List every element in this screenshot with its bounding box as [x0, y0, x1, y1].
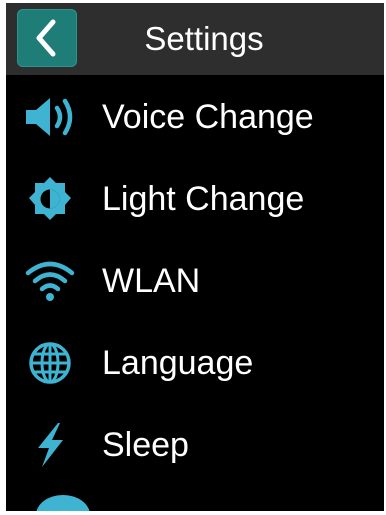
- speaker-volume-icon: [26, 98, 73, 136]
- menu-item-label: Voice Change: [102, 98, 314, 136]
- globe-icon: [29, 342, 71, 384]
- menu-item-language[interactable]: Language: [6, 321, 384, 403]
- menu-item-label: Light Change: [102, 180, 305, 218]
- back-button[interactable]: [17, 9, 77, 67]
- menu-item-label: Sleep: [102, 426, 189, 464]
- menu-item-wlan[interactable]: WLAN: [6, 239, 384, 321]
- wifi-icon: [25, 261, 75, 301]
- menu-item-light-change[interactable]: Light Change: [6, 157, 384, 239]
- menu-item-voice-change[interactable]: Voice Change: [6, 75, 384, 157]
- brightness-icon: [29, 177, 71, 220]
- chevron-left-icon: [36, 19, 56, 57]
- lightning-icon: [38, 423, 63, 467]
- menu-item-sleep[interactable]: Sleep: [6, 403, 384, 485]
- next-item-icon-partial: [36, 495, 90, 511]
- settings-screen: Settings Voice Change Light Change WLAN …: [6, 3, 384, 511]
- menu-item-label: Language: [102, 344, 254, 382]
- settings-menu: Voice Change Light Change WLAN Language …: [6, 75, 384, 485]
- menu-item-label: WLAN: [102, 262, 201, 300]
- header-bar: Settings: [6, 3, 384, 75]
- page-title: Settings: [144, 20, 264, 57]
